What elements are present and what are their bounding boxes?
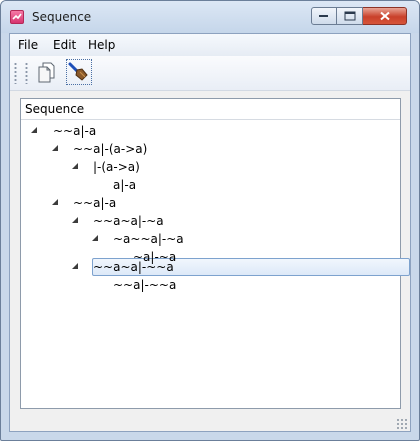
tree-node[interactable]: a|-a: [21, 176, 400, 194]
toolbar-grip-2[interactable]: [25, 62, 28, 84]
sequence-panel: Sequence ~~a|-a ~~a|-(a->a) |-(a->a) a|-…: [20, 98, 410, 409]
expand-arrow-icon[interactable]: [72, 263, 78, 269]
node-label: ~~a|-a: [73, 196, 117, 210]
tree-node[interactable]: ~~a|-(a->a): [21, 140, 400, 158]
node-label: |-(a->a): [93, 160, 140, 174]
status-bar: [10, 415, 410, 431]
menu-bar: File Edit Help: [10, 34, 410, 57]
toolbar-grip[interactable]: [14, 62, 17, 84]
node-label: ~~a|-~~a: [113, 278, 177, 292]
expand-arrow-icon[interactable]: [52, 199, 58, 205]
expand-arrow-icon[interactable]: [92, 235, 98, 241]
menu-edit[interactable]: Edit: [53, 38, 76, 52]
brush-button[interactable]: [66, 59, 92, 85]
expand-arrow-icon[interactable]: [72, 217, 78, 223]
tree-node[interactable]: ~~a|-a: [21, 122, 400, 140]
tree-node[interactable]: ~~a~a|-~a: [21, 212, 400, 230]
node-label: ~~a|-a: [53, 124, 97, 138]
copy-pages-icon: [34, 62, 60, 88]
resize-grip-icon[interactable]: [396, 418, 407, 429]
node-label: ~~a~a|-~~a: [93, 260, 174, 274]
app-icon: [10, 10, 24, 24]
tree-node-selected[interactable]: ~~a~a|-~~a: [21, 258, 400, 276]
node-label: a|-a: [113, 178, 137, 192]
node-label: ~~a~a|-~a: [93, 214, 164, 228]
minimize-button[interactable]: [311, 7, 337, 25]
panel-header: Sequence: [21, 99, 400, 120]
tree-node[interactable]: ~a~~a|-~a: [21, 230, 400, 248]
node-label: ~~a|-(a->a): [73, 142, 148, 156]
window-title: Sequence: [32, 10, 92, 24]
client-area: File Edit Help Sequence ~~a|-a ~~a|-(a->…: [9, 33, 411, 432]
brush-icon: [67, 62, 91, 87]
node-label: ~a~~a|-~a: [113, 232, 184, 246]
expand-arrow-icon[interactable]: [72, 163, 78, 169]
tree-node[interactable]: |-(a->a): [21, 158, 400, 176]
close-button[interactable]: [363, 7, 407, 25]
title-bar[interactable]: Sequence: [1, 1, 419, 33]
tree-node[interactable]: ~~a|-a: [21, 194, 400, 212]
app-window: Sequence File Edit Help Sequence ~~a|-a …: [0, 0, 420, 441]
panel-title: Sequence: [25, 102, 85, 116]
expand-arrow-icon[interactable]: [52, 145, 58, 151]
menu-help[interactable]: Help: [88, 38, 115, 52]
maximize-button[interactable]: [337, 7, 363, 25]
menu-file[interactable]: File: [18, 38, 38, 52]
toolbar: [10, 56, 410, 91]
copy-button[interactable]: [34, 59, 60, 85]
expand-arrow-icon[interactable]: [31, 127, 37, 133]
tree-node[interactable]: ~~a|-~~a: [21, 276, 400, 294]
